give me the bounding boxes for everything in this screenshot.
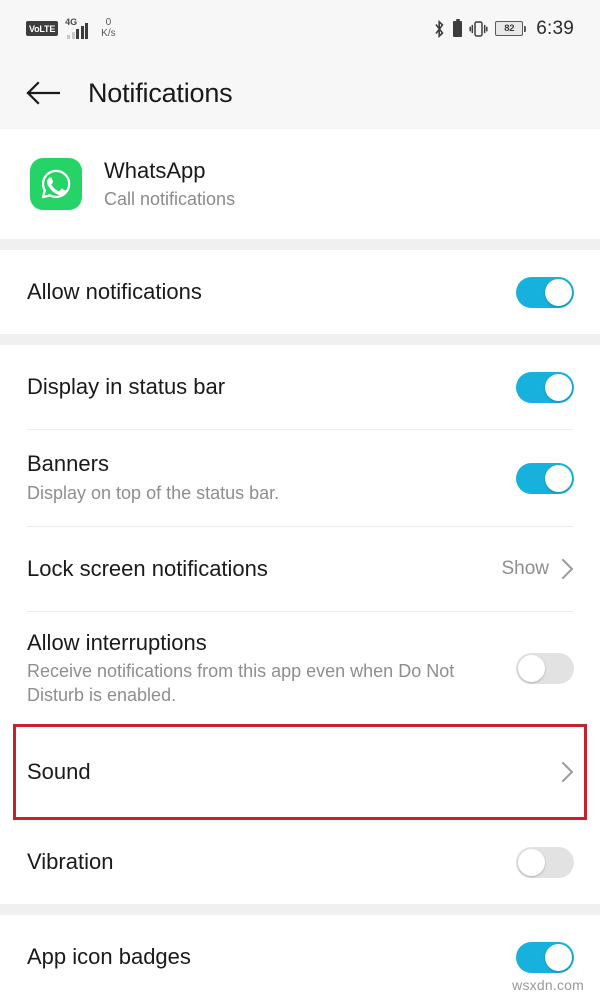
bluetooth-icon xyxy=(433,19,446,38)
row-banners[interactable]: Banners Display on top of the status bar… xyxy=(0,430,600,526)
row-sound[interactable]: Sound xyxy=(0,724,600,820)
row-text: Allow interruptions Receive notification… xyxy=(27,629,516,708)
highlight-wrapper: Sound xyxy=(0,724,600,820)
status-bar: VoLTE 4G 0 K/s 82 6:39 xyxy=(0,0,600,57)
network-speed-value: 0 xyxy=(105,17,112,28)
row-title: Sound xyxy=(27,759,91,785)
section-allow-notifications: Allow notifications xyxy=(0,250,600,334)
app-channel-name: Call notifications xyxy=(104,189,236,209)
battery-percent-label: 82 xyxy=(504,23,515,34)
toggle-vibration[interactable] xyxy=(516,846,574,878)
phone-screen: VoLTE 4G 0 K/s 82 6:39 Notifications Wha… xyxy=(0,0,600,999)
section-gap xyxy=(0,239,600,250)
row-text: App icon badges xyxy=(27,943,516,971)
status-bar-left: VoLTE 4G 0 K/s xyxy=(26,16,116,39)
section-notification-options: Display in status bar Banners Display on… xyxy=(0,345,600,904)
row-subtitle: Display on top of the status bar. xyxy=(27,482,280,503)
row-title: App icon badges xyxy=(27,944,191,970)
row-text: Banners Display on top of the status bar… xyxy=(27,450,516,505)
row-title: Display in status bar xyxy=(27,374,226,400)
toggle-allow-notifications[interactable] xyxy=(516,276,574,308)
signal-bars-icon: 4G xyxy=(65,16,89,39)
section-app-icon-badges: App icon badges xyxy=(0,915,600,999)
app-meta: WhatsApp Call notifications xyxy=(104,158,235,210)
row-text: Display in status bar xyxy=(27,373,516,401)
toggle-display-in-status-bar[interactable] xyxy=(516,371,574,403)
status-bar-right: 82 6:39 xyxy=(433,18,574,40)
row-vibration[interactable]: Vibration xyxy=(0,820,600,904)
row-allow-notifications[interactable]: Allow notifications xyxy=(0,250,600,334)
row-value-lock-screen: Show xyxy=(501,558,549,579)
row-app-icon-badges[interactable]: App icon badges xyxy=(0,915,600,999)
section-gap xyxy=(0,334,600,345)
vibrate-mode-icon xyxy=(469,20,488,38)
chevron-right-icon xyxy=(561,761,574,783)
row-text: Allow notifications xyxy=(27,278,516,306)
row-allow-interruptions[interactable]: Allow interruptions Receive notification… xyxy=(0,612,600,724)
network-speed-indicator: 0 K/s xyxy=(101,17,116,39)
network-speed-unit: K/s xyxy=(101,27,116,39)
clock-label: 6:39 xyxy=(536,17,574,39)
row-title: Banners xyxy=(27,451,109,477)
row-display-in-status-bar[interactable]: Display in status bar xyxy=(0,345,600,429)
section-gap xyxy=(0,904,600,915)
volte-badge: VoLTE xyxy=(26,21,59,36)
row-title: Allow notifications xyxy=(27,279,202,305)
row-lock-screen-notifications[interactable]: Lock screen notifications Show xyxy=(0,527,600,611)
bluetooth-device-battery-icon xyxy=(453,20,463,37)
app-name: WhatsApp xyxy=(104,158,206,183)
row-text: Vibration xyxy=(27,848,516,876)
toggle-banners[interactable] xyxy=(516,462,574,494)
toggle-allow-interruptions[interactable] xyxy=(516,652,574,684)
row-title: Vibration xyxy=(27,849,114,875)
row-title: Allow interruptions xyxy=(27,629,207,655)
toggle-app-icon-badges[interactable] xyxy=(516,941,574,973)
app-header: WhatsApp Call notifications xyxy=(0,129,600,239)
row-text: Lock screen notifications xyxy=(27,555,501,583)
battery-icon: 82 xyxy=(495,21,524,36)
whatsapp-icon xyxy=(30,158,82,210)
row-subtitle: Receive notifications from this app even… xyxy=(27,661,455,705)
chevron-right-icon xyxy=(561,558,574,580)
page-title: Notifications xyxy=(88,77,233,108)
row-title: Lock screen notifications xyxy=(27,556,268,582)
back-arrow-icon[interactable] xyxy=(26,81,61,105)
title-bar: Notifications xyxy=(0,57,600,129)
watermark: wsxdn.com xyxy=(512,977,584,993)
row-text: Sound xyxy=(27,758,561,786)
network-type-label: 4G xyxy=(65,16,78,27)
